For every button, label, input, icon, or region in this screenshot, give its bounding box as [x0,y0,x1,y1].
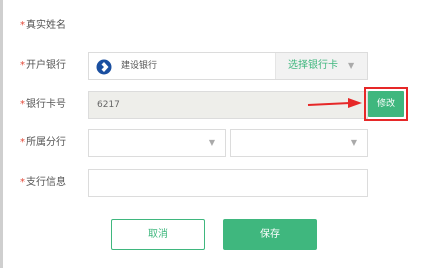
chevron-down-icon: ▼ [350,138,357,147]
chevron-down-icon: ▼ [348,61,355,70]
bank-row: *开户银行 建设银行 选择银行卡 ▼ [0,52,432,80]
select-bank-card-button[interactable]: 选择银行卡 ▼ [275,53,367,79]
card-number-label-text: 银行卡号 [26,99,66,110]
bank-label: *开户银行 [20,52,66,80]
save-button[interactable]: 保存 [223,219,317,250]
branch-info-label: *支行信息 [20,169,66,197]
required-mark: * [20,60,25,71]
chevron-down-icon: ▼ [208,138,215,147]
branch-row: *所属分行 ▼ ▼ [0,129,432,157]
required-mark: * [20,137,25,148]
cancel-button[interactable]: 取消 [111,219,205,250]
modify-button-label: 修改 [376,99,395,109]
province-select[interactable]: ▼ [88,129,226,157]
save-button-label: 保存 [260,229,280,240]
card-number-label: *银行卡号 [20,91,66,119]
bank-label-text: 开户银行 [26,60,66,71]
branch-label-text: 所属分行 [26,137,66,148]
bank-field[interactable]: 建设银行 选择银行卡 ▼ [88,52,368,80]
cancel-button-label: 取消 [148,229,168,240]
card-number-value: 6217 [97,100,120,110]
select-bank-card-label: 选择银行卡 [288,60,338,71]
branch-label: *所属分行 [20,129,66,157]
real-name-row: *真实姓名 [0,12,432,40]
real-name-label: *真实姓名 [20,12,66,40]
required-mark: * [20,99,25,110]
modify-button[interactable]: 修改 [368,91,404,117]
required-mark: * [20,177,25,188]
required-mark: * [20,20,25,31]
city-select[interactable]: ▼ [230,129,368,157]
real-name-label-text: 真实姓名 [26,20,66,31]
red-arrow-icon [307,98,362,108]
ccb-bank-logo-icon [96,59,112,75]
branch-info-label-text: 支行信息 [26,177,66,188]
bank-name: 建设银行 [121,61,158,71]
branch-info-input[interactable] [88,169,368,197]
branch-info-row: *支行信息 [0,169,432,197]
